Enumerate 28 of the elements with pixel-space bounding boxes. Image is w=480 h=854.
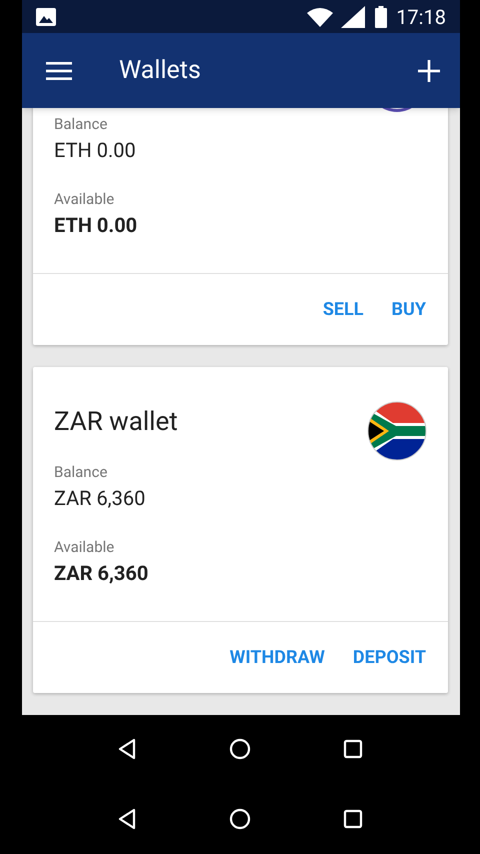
available-label: Available bbox=[54, 190, 114, 208]
back-icon[interactable] bbox=[117, 808, 137, 830]
available-value: ETH 0.00 bbox=[54, 212, 138, 238]
flag-icon bbox=[367, 401, 427, 461]
action-button[interactable]: DEPOSIT bbox=[340, 638, 438, 677]
action-button[interactable]: SELL bbox=[310, 290, 376, 329]
balance-value: ETH 0.00 bbox=[54, 137, 136, 163]
home-icon[interactable] bbox=[229, 738, 251, 760]
battery-icon bbox=[375, 6, 388, 28]
recents-icon[interactable] bbox=[343, 809, 363, 829]
available-label: Available bbox=[54, 538, 114, 556]
home-icon[interactable] bbox=[229, 808, 251, 830]
wifi-icon bbox=[307, 6, 334, 26]
wallet-title: ZAR wallet bbox=[54, 406, 178, 438]
clock: 17:18 bbox=[396, 6, 446, 26]
menu-icon[interactable] bbox=[46, 62, 72, 80]
action-button[interactable]: WITHDRAW bbox=[218, 638, 337, 677]
recents-icon[interactable] bbox=[343, 739, 363, 759]
balance-label: Balance bbox=[54, 463, 108, 481]
available-value: ZAR 6,360 bbox=[54, 560, 148, 586]
signal-icon bbox=[341, 6, 366, 28]
balance-value: ZAR 6,360 bbox=[54, 485, 146, 511]
balance-label: Balance bbox=[54, 115, 108, 133]
action-button[interactable]: BUY bbox=[380, 290, 438, 329]
app-title: Wallets bbox=[119, 54, 201, 87]
add-icon[interactable] bbox=[418, 60, 440, 82]
image-icon bbox=[36, 8, 56, 26]
back-icon[interactable] bbox=[117, 738, 137, 760]
